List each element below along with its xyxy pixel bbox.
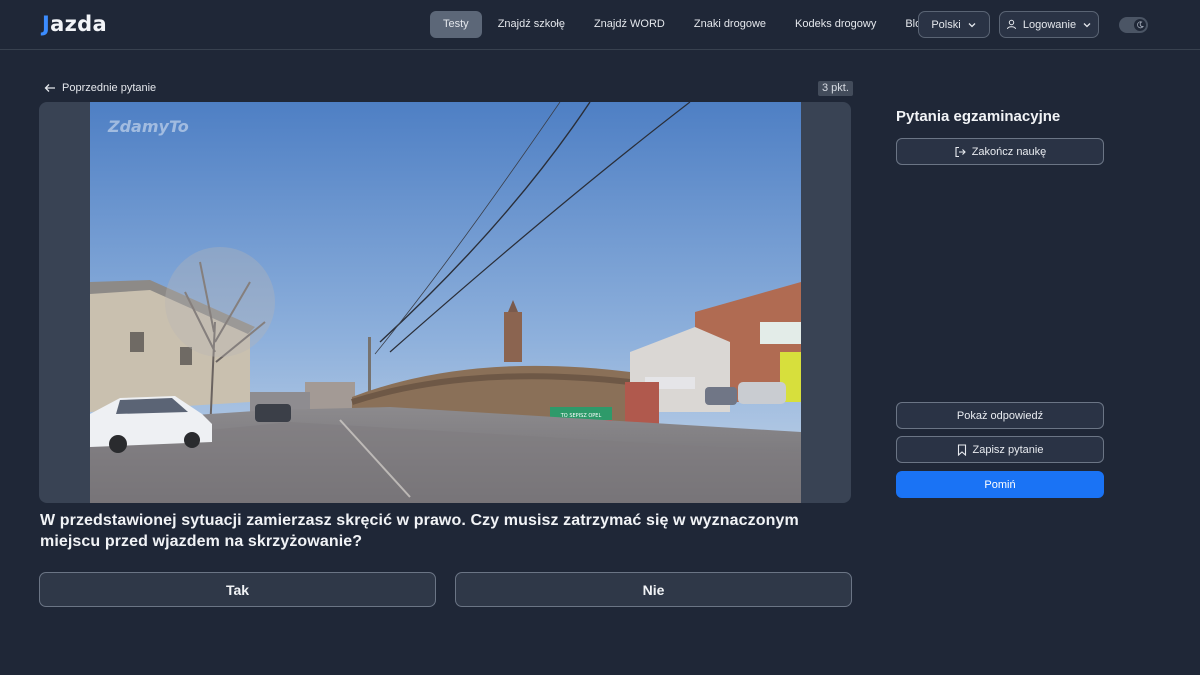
user-icon <box>1006 19 1017 30</box>
finish-learning-button[interactable]: Zakończ naukę <box>896 138 1104 165</box>
save-question-button[interactable]: Zapisz pytanie <box>896 436 1104 463</box>
answer-yes-button[interactable]: Tak <box>39 572 436 607</box>
nav-item-kodeks-drogowy[interactable]: Kodeks drogowy <box>782 11 889 38</box>
save-question-label: Zapisz pytanie <box>972 443 1044 456</box>
previous-question-label: Poprzednie pytanie <box>62 82 157 94</box>
finish-learning-label: Zakończ naukę <box>971 145 1047 158</box>
answer-no-button[interactable]: Nie <box>455 572 852 607</box>
show-answer-label: Pokaż odpowiedź <box>956 409 1044 422</box>
question-text: W przedstawionej sytuacji zamierzasz skr… <box>40 512 799 550</box>
arrow-left-icon <box>44 83 56 93</box>
logo-text: azda <box>50 12 107 36</box>
nav-item-znajdz-word[interactable]: Znajdź WORD <box>581 11 678 38</box>
language-label: Polski <box>931 18 961 31</box>
logo-mark: J <box>42 12 51 36</box>
previous-question-link[interactable]: Poprzednie pytanie <box>44 80 156 96</box>
bookmark-icon <box>957 443 967 456</box>
theme-toggle[interactable] <box>1119 17 1148 33</box>
chevron-down-icon <box>1082 20 1092 30</box>
sidebar-title: Pytania egzaminacyjne <box>896 108 1061 125</box>
top-navbar: Jazda Testy Znajdź szkołę Znajdź WORD Zn… <box>0 0 1200 50</box>
show-answer-button[interactable]: Pokaż odpowiedź <box>896 402 1104 429</box>
moon-icon <box>1134 19 1146 31</box>
site-logo[interactable]: Jazda <box>42 10 107 38</box>
question-image: TO SEPISZ OPEL ZdamyTo <box>90 102 801 503</box>
points-badge: 3 pkt. <box>818 81 853 96</box>
nav-item-znaki-drogowe[interactable]: Znaki drogowe <box>681 11 779 38</box>
nav-item-znajdz-szkole[interactable]: Znajdź szkołę <box>485 11 578 38</box>
logout-icon <box>954 146 966 158</box>
skip-button[interactable]: Pomiń <box>896 471 1104 498</box>
language-select[interactable]: Polski <box>918 11 990 38</box>
login-label: Logowanie <box>1022 18 1077 31</box>
question-media: TO SEPISZ OPEL ZdamyTo <box>39 102 851 503</box>
nav-item-testy[interactable]: Testy <box>430 11 482 38</box>
main-nav: Testy Znajdź szkołę Znajdź WORD Znaki dr… <box>430 11 940 38</box>
login-dropdown[interactable]: Logowanie <box>999 11 1099 38</box>
chevron-down-icon <box>967 20 977 30</box>
skip-label: Pomiń <box>984 478 1016 491</box>
watermark: ZdamyTo <box>107 117 189 136</box>
